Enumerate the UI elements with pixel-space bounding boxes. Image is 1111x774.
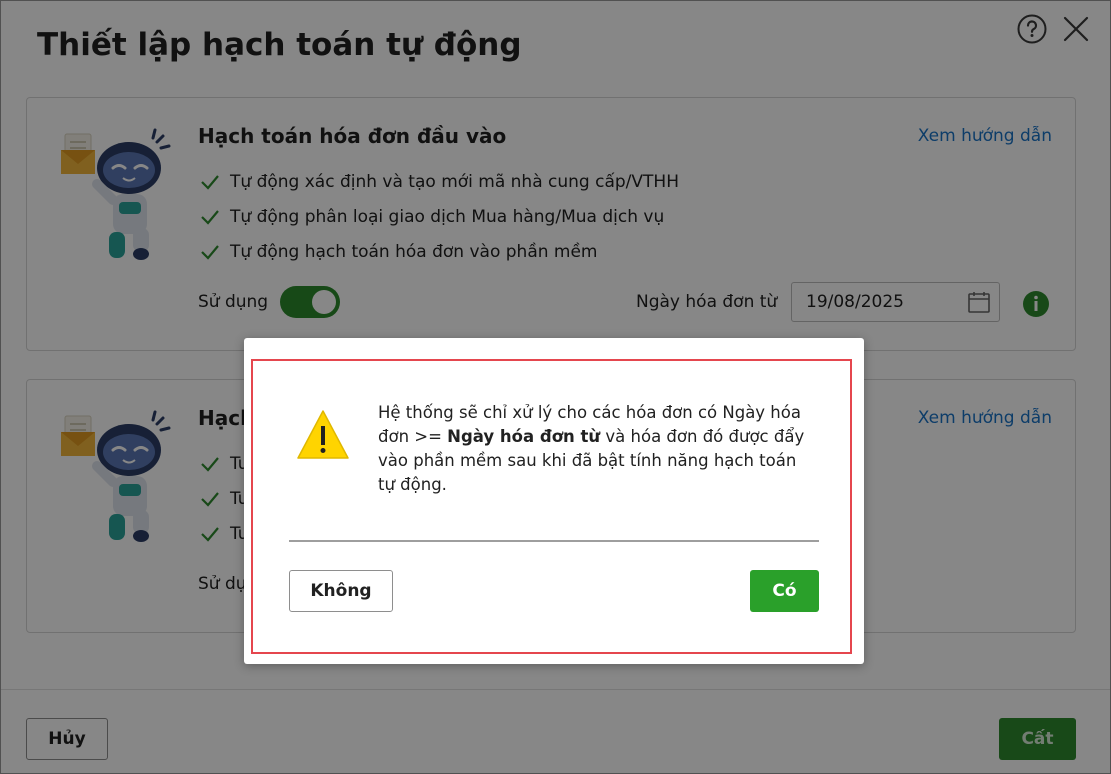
yes-button[interactable]: Có <box>750 570 819 612</box>
warning-icon <box>297 410 349 459</box>
message-bold: Ngày hóa đơn từ <box>447 427 601 446</box>
no-button[interactable]: Không <box>289 570 393 612</box>
confirm-dialog: Hệ thống sẽ chỉ xử lý cho các hóa đơn có… <box>244 338 864 664</box>
dialog-message: Hệ thống sẽ chỉ xử lý cho các hóa đơn có… <box>378 401 818 497</box>
dialog-divider <box>289 540 819 542</box>
